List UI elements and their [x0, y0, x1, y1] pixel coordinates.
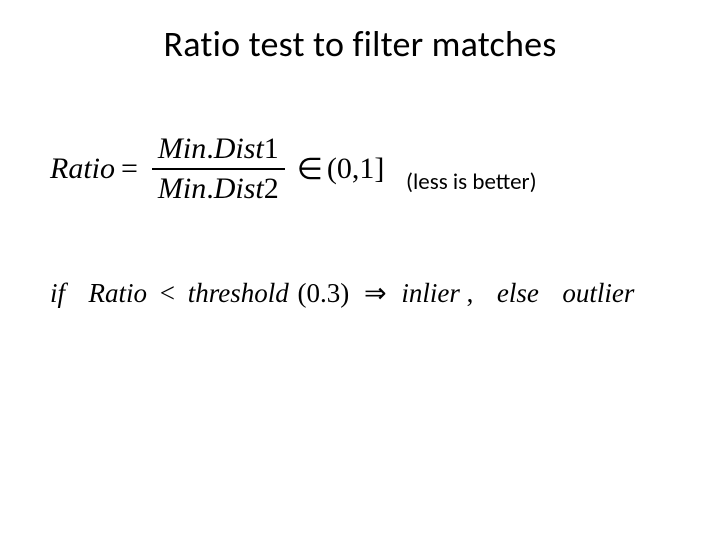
- interval: (0,1]: [327, 152, 384, 186]
- denominator-dist: Dist: [214, 172, 264, 205]
- numerator: Min.Dist1: [152, 132, 285, 168]
- numerator-min: Min: [158, 132, 206, 165]
- threshold-value: (0.3): [298, 278, 350, 308]
- threshold-rule: if Ratio < threshold (0.3) ⇒ inlier , el…: [50, 278, 634, 309]
- denominator-dot: .: [206, 172, 214, 205]
- if-keyword: if: [50, 278, 65, 308]
- numerator-dot: .: [206, 132, 214, 165]
- fraction: Min.Dist1 Min.Dist2: [152, 132, 285, 206]
- ratio-word: Ratio: [89, 278, 148, 308]
- numerator-num: 1: [264, 132, 279, 165]
- page-title: Ratio test to filter matches: [80, 22, 640, 66]
- lt-sign: <: [160, 278, 175, 308]
- comma: ,: [467, 278, 474, 308]
- equals-sign: =: [121, 152, 138, 186]
- threshold-word: threshold: [188, 278, 289, 308]
- ratio-formula: Ratio = Min.Dist1 Min.Dist2 ∈ (0,1]: [50, 132, 384, 206]
- note-less-is-better: (less is better): [406, 168, 537, 196]
- inlier-word: inlier: [401, 278, 460, 308]
- denominator-min: Min: [158, 172, 206, 205]
- numerator-dist: Dist: [214, 132, 264, 165]
- slide: Ratio test to filter matches Ratio = Min…: [0, 0, 720, 540]
- element-of: ∈: [297, 152, 323, 187]
- implies-sign: ⇒: [364, 278, 387, 308]
- outlier-word: outlier: [562, 278, 634, 308]
- else-word: else: [497, 278, 539, 308]
- ratio-lhs: Ratio: [50, 152, 115, 186]
- denominator: Min.Dist2: [152, 170, 285, 206]
- denominator-num: 2: [264, 172, 279, 205]
